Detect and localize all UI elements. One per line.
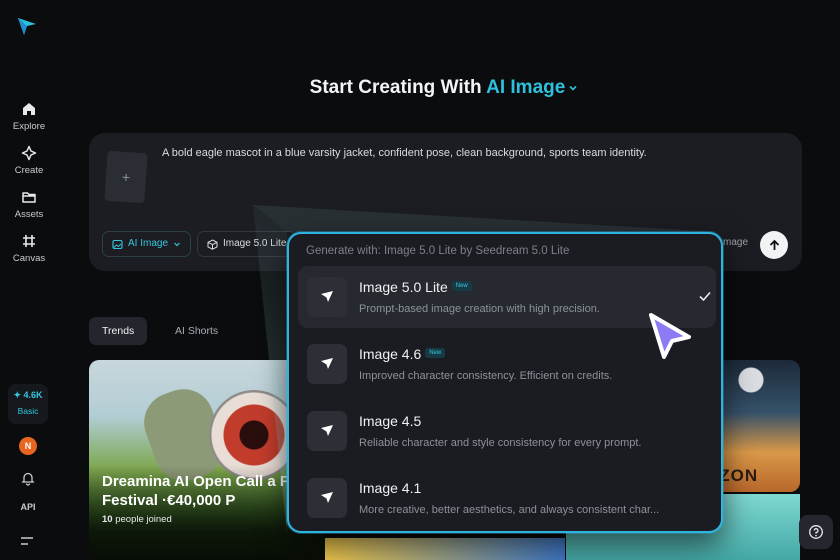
- chevron-down-icon: [569, 85, 577, 91]
- sidebar-item-canvas[interactable]: Canvas: [0, 233, 58, 264]
- api-link[interactable]: API: [0, 502, 56, 512]
- model-option-image-4-5[interactable]: Image 4.5 Reliable character and style c…: [298, 400, 716, 462]
- model-dropdown[interactable]: Image 5.0 Lite: [197, 231, 297, 257]
- sidebar-item-label: Assets: [14, 209, 44, 220]
- canvas-icon: [23, 235, 35, 247]
- image-icon: [112, 239, 123, 249]
- model-label: Image 5.0 Lite: [223, 238, 287, 249]
- mode-label: AI Image: [486, 77, 566, 98]
- dropdown-header: Generate with: Image 5.0 Lite by Seedrea…: [306, 245, 570, 257]
- menu-icon[interactable]: [20, 535, 34, 547]
- joined-text: people joined: [112, 514, 172, 525]
- avatar[interactable]: N: [19, 437, 37, 455]
- model-logo-icon: [307, 277, 347, 317]
- model-logo-icon: [307, 411, 347, 451]
- arrow-up-icon: [769, 239, 779, 250]
- folder-icon: [22, 192, 36, 203]
- card-joined-count: 10 people joined: [102, 514, 172, 525]
- sidebar-item-assets[interactable]: Assets: [0, 189, 58, 220]
- tab-trends[interactable]: Trends: [89, 317, 148, 345]
- option-chip-partial-label[interactable]: mage: [723, 237, 748, 248]
- bell-icon[interactable]: [20, 470, 36, 486]
- model-option-name: Image 5.0 Lite New: [359, 279, 472, 295]
- model-option-description: More creative, better aesthetics, and al…: [359, 504, 660, 516]
- page-title: Start Creating With AI Image: [0, 77, 840, 99]
- help-button[interactable]: [799, 515, 833, 549]
- prompt-input[interactable]: A bold eagle mascot in a blue varsity ja…: [162, 147, 647, 159]
- model-logo-icon: [307, 344, 347, 384]
- sidebar-item-label: Create: [14, 165, 44, 176]
- model-logo-icon: [307, 478, 347, 518]
- help-icon: [809, 525, 823, 539]
- sparkle-icon: [21, 145, 37, 161]
- model-option-description: Reliable character and style consistency…: [359, 437, 642, 449]
- model-option-name: Image 4.6 New: [359, 346, 446, 362]
- joined-number: 10: [102, 514, 113, 525]
- plan-label: Basic: [17, 406, 39, 416]
- tab-ai-shorts[interactable]: AI Shorts: [162, 317, 231, 345]
- sidebar-item-label: Canvas: [12, 253, 46, 264]
- feed-card-partial[interactable]: [325, 538, 565, 560]
- dreamina-logo[interactable]: [16, 15, 38, 37]
- cube-icon: [207, 238, 218, 250]
- new-badge: New: [451, 281, 472, 292]
- new-badge: New: [425, 348, 446, 359]
- generation-type-label: AI Image: [128, 238, 169, 249]
- credits-badge[interactable]: ✦ 4.6K Basic: [8, 384, 48, 424]
- sidebar-item-explore[interactable]: Explore: [0, 101, 58, 132]
- generation-type-dropdown[interactable]: AI Image: [102, 231, 192, 257]
- check-icon: [699, 291, 711, 302]
- chevron-down-icon: [174, 242, 180, 247]
- model-option-image-4-1[interactable]: Image 4.1 More creative, better aestheti…: [298, 467, 716, 529]
- model-dropdown-menu: Generate with: Image 5.0 Lite by Seedrea…: [287, 232, 723, 533]
- generate-button[interactable]: [760, 231, 788, 259]
- sidebar-item-create[interactable]: Create: [0, 145, 58, 176]
- mode-selector[interactable]: AI Image: [486, 77, 578, 98]
- model-option-description: Improved character consistency. Efficien…: [359, 370, 613, 382]
- title-prefix: Start Creating With: [309, 77, 487, 98]
- model-option-name: Image 4.1: [359, 480, 422, 496]
- sidebar-item-label: Explore: [12, 121, 46, 132]
- home-icon: [23, 103, 35, 115]
- upload-reference-button[interactable]: +: [104, 150, 148, 204]
- mouse-cursor-icon: [649, 313, 691, 359]
- app-window: Explore Create Assets Canvas ✦ 4.6K Basi…: [0, 0, 840, 560]
- credits-value: ✦ 4.6K: [13, 390, 43, 400]
- model-option-name: Image 4.5: [359, 413, 422, 429]
